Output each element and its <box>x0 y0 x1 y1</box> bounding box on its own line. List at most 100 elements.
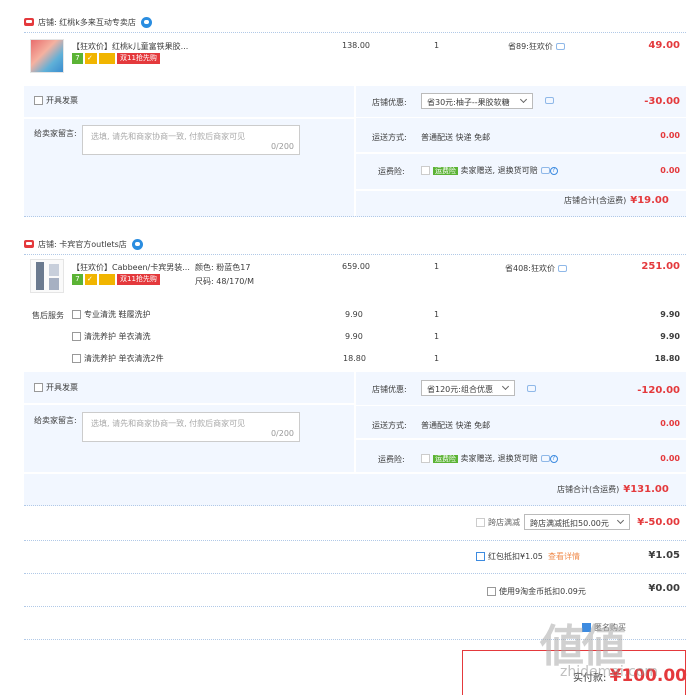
shipping-label: 运送方式: <box>372 133 407 142</box>
cross-shop-label: 跨店满减 <box>488 518 520 527</box>
product-color: 颜色: 粉蓝色17 <box>195 263 251 272</box>
message-placeholder: 选填, 请先和商家协商一致, 付款后商家可见 <box>91 132 246 141</box>
seller-message-input[interactable]: 选填, 请先和商家协商一致, 付款后商家可见 0/200 <box>82 412 300 442</box>
service-checkbox[interactable] <box>72 332 81 341</box>
service-total: 18.80 <box>654 354 680 363</box>
chat-icon[interactable] <box>540 455 550 462</box>
cross-shop-option: 跨店满减 <box>476 517 520 528</box>
wangwang-chat-icon[interactable] <box>140 16 152 28</box>
item-discount: 省89:狂欢价 <box>508 41 565 52</box>
service-price: 9.90 <box>345 332 363 341</box>
anonymous-option[interactable]: 匿名购买 <box>582 622 626 633</box>
insurance-checkbox[interactable] <box>421 166 430 175</box>
invoice-option[interactable]: 开具发票 <box>34 382 78 393</box>
red-packet-amount: ¥1.05 <box>648 550 680 561</box>
item-subtotal: 49.00 <box>648 40 680 51</box>
cross-shop-amount: ¥-50.00 <box>637 517 680 528</box>
chat-icon[interactable] <box>527 385 536 392</box>
divider <box>24 32 686 33</box>
red-packet-label: 红包抵扣¥1.05 <box>488 552 543 561</box>
shop2-header: 店铺: 卡宾官方outlets店 <box>24 236 143 252</box>
shop2-name[interactable]: 店铺: 卡宾官方outlets店 <box>38 239 127 250</box>
gold-coin-option[interactable]: 使用9淘金币抵扣0.09元 <box>487 586 586 597</box>
insurance-label: 运费险: <box>378 167 405 176</box>
shipping-method: 普通配送 快递 免邮 <box>421 133 491 142</box>
gold-coin-label: 使用9淘金币抵扣0.09元 <box>499 587 586 596</box>
shop-icon <box>24 240 34 248</box>
divider <box>24 606 686 607</box>
message-placeholder: 选填, 请先和商家协商一致, 付款后商家可见 <box>91 419 246 428</box>
shop1-header: 店铺: 红桃k多来互动专卖店 <box>24 14 152 30</box>
message-label: 给卖家留言: <box>34 416 77 425</box>
help-icon[interactable]: ? <box>549 166 558 175</box>
shop-total-label: 店铺合计(含运费) <box>564 196 627 205</box>
shop-icon <box>24 18 34 26</box>
red-packet-option[interactable]: 红包抵扣¥1.05 查看详情 <box>476 551 580 562</box>
invoice-option[interactable]: 开具发票 <box>34 95 78 106</box>
service-qty: 1 <box>434 332 440 341</box>
chat-icon[interactable] <box>545 97 554 104</box>
insurance-checkbox[interactable] <box>421 454 430 463</box>
shipping-method: 普通配送 快递 免邮 <box>421 421 491 430</box>
service-name: 专业清洗 鞋履洗护 <box>84 310 151 319</box>
shop-promo-select[interactable]: 省30元:柚子--果胶软糖 <box>421 93 533 109</box>
shop-promo-amount: -120.00 <box>637 385 680 396</box>
pay-value: ¥100.00 <box>609 666 687 686</box>
service-option[interactable]: 清洗养护 单衣清洗2件 <box>72 353 164 364</box>
seven-day-return-icon: 7 <box>72 274 83 285</box>
shop1-name[interactable]: 店铺: 红桃k多来互动专卖店 <box>38 17 136 28</box>
service-qty: 1 <box>434 354 440 363</box>
gold-coin-checkbox[interactable] <box>487 587 496 596</box>
service-name: 清洗养护 单衣清洗2件 <box>84 354 164 363</box>
shop2-total: 店铺合计(含运费) ¥131.00 <box>557 484 669 495</box>
item-discount: 省408:狂欢价 <box>505 263 567 274</box>
insurance-label: 运费险: <box>378 455 405 464</box>
shop-promo-label: 店铺优惠: <box>372 385 407 394</box>
insurance-tag: 运费险 <box>433 167 458 175</box>
pay-label: 实付款: <box>573 673 607 684</box>
shop-promo-select[interactable]: 省120元:组合优惠 <box>421 380 515 396</box>
wangwang-chat-icon[interactable] <box>131 238 143 250</box>
anonymous-label: 匿名购买 <box>594 623 626 632</box>
invoice-checkbox[interactable] <box>34 383 43 392</box>
after-sale-label: 售后服务 <box>32 311 64 320</box>
insurance-tag: 运费险 <box>433 455 458 463</box>
divider <box>24 639 686 640</box>
chat-icon[interactable] <box>540 167 550 174</box>
chat-icon[interactable] <box>557 265 567 272</box>
shipping-amount: 0.00 <box>660 419 680 428</box>
invoice-checkbox[interactable] <box>34 96 43 105</box>
credit-card-icon <box>99 53 115 64</box>
service-total: 9.90 <box>660 332 680 341</box>
help-icon[interactable]: ? <box>549 454 558 463</box>
red-packet-checkbox[interactable] <box>476 552 485 561</box>
unit-price: 138.00 <box>342 41 370 50</box>
product-title[interactable]: 【狂欢价】红桃k儿童富铁果胶... <box>72 41 188 52</box>
service-checkbox[interactable] <box>72 354 81 363</box>
red-packet-details-link[interactable]: 查看详情 <box>548 552 580 561</box>
insurance-text: 卖家赠送, 退换货可赔 <box>460 454 538 463</box>
service-price: 9.90 <box>345 310 363 319</box>
shipping-label: 运送方式: <box>372 421 407 430</box>
shipping-amount: 0.00 <box>660 131 680 140</box>
chat-icon[interactable] <box>555 43 565 50</box>
item-subtotal: 251.00 <box>641 261 680 272</box>
discount-text: 省408:狂欢价 <box>505 264 555 273</box>
guarantee-icon: ✓ <box>85 274 97 285</box>
double11-badge: 双11抢先购 <box>117 53 160 64</box>
product-thumbnail[interactable] <box>30 259 64 293</box>
service-checkbox[interactable] <box>72 310 81 319</box>
quantity: 1 <box>434 41 440 50</box>
product-thumbnail[interactable] <box>30 39 64 73</box>
guarantee-icon: ✓ <box>85 53 97 64</box>
unit-price: 659.00 <box>342 262 370 271</box>
quantity: 1 <box>434 262 440 271</box>
product-title[interactable]: 【狂欢价】Cabbeen/卡宾男装... <box>72 262 190 273</box>
service-option[interactable]: 清洗养护 单衣清洗 <box>72 331 151 342</box>
seller-message-input[interactable]: 选填, 请先和商家协商一致, 付款后商家可见 0/200 <box>82 125 300 155</box>
service-option[interactable]: 专业清洗 鞋履洗护 <box>72 309 151 320</box>
shop-promo-amount: -30.00 <box>644 96 680 107</box>
anonymous-checkbox[interactable] <box>582 623 591 632</box>
service-qty: 1 <box>434 310 440 319</box>
cross-shop-checkbox[interactable] <box>476 518 485 527</box>
